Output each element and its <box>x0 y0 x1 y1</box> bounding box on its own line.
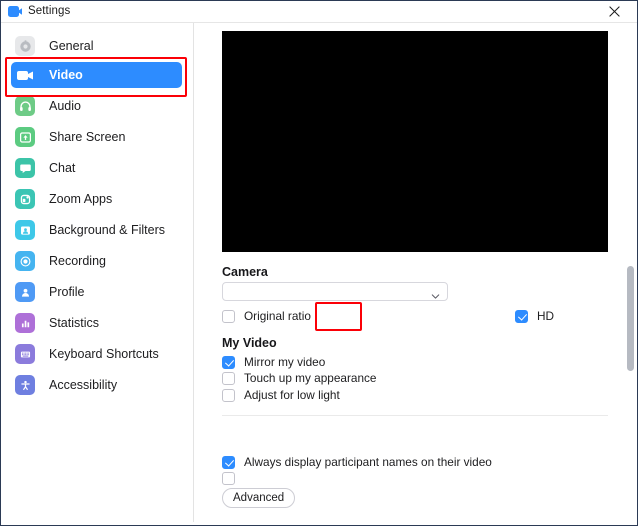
sidebar-item-label: Zoom Apps <box>49 192 113 206</box>
vertical-scrollbar-thumb[interactable] <box>627 266 634 371</box>
checkbox-box <box>222 388 235 402</box>
checkbox-box <box>222 355 235 369</box>
sidebar-item-chat[interactable]: Chat <box>11 155 182 181</box>
recording-icon <box>15 251 35 271</box>
checkbox-label: HD <box>537 309 555 323</box>
sidebar-item-label: Audio <box>49 99 81 113</box>
accessibility-icon <box>15 375 35 395</box>
statistics-bars-icon <box>15 313 35 333</box>
sidebar-item-keyboard-shortcuts[interactable]: Keyboard Shortcuts <box>11 341 182 367</box>
sidebar-item-audio[interactable]: Audio <box>11 93 182 119</box>
sidebar-item-video[interactable]: Video <box>11 62 182 88</box>
share-screen-icon <box>15 127 35 147</box>
checkbox-box <box>222 309 235 323</box>
camera-select[interactable] <box>222 282 448 301</box>
section-divider <box>222 415 608 416</box>
sidebar-item-label: Recording <box>49 254 106 268</box>
video-camera-icon <box>15 65 35 85</box>
profile-person-icon <box>15 282 35 302</box>
video-preview <box>222 31 608 252</box>
sidebar-item-label: Accessibility <box>49 378 118 392</box>
checkbox-box <box>515 309 528 323</box>
checkbox-hd[interactable]: HD <box>515 309 554 323</box>
chevron-down-icon <box>431 288 440 299</box>
checkbox-label: Always display participant names on thei… <box>244 455 492 469</box>
checkbox-partially-visible[interactable] <box>222 472 235 485</box>
sidebar-item-general[interactable]: General <box>11 33 182 59</box>
window-title: Settings <box>28 5 71 17</box>
sidebar-item-label: Keyboard Shortcuts <box>49 347 159 361</box>
sidebar-item-profile[interactable]: Profile <box>11 279 182 305</box>
close-icon[interactable] <box>597 1 631 22</box>
checkbox-original-ratio[interactable]: Original ratio <box>222 309 311 323</box>
sidebar-item-label: Background & Filters <box>49 223 166 237</box>
checkbox-mirror-my-video[interactable]: Mirror my video <box>222 355 325 369</box>
main-panel: Camera Original ratio HD My Video Mirror… <box>194 23 637 525</box>
sidebar-item-label: Statistics <box>49 316 100 330</box>
checkbox-always-display-participant-names[interactable]: Always display participant names on thei… <box>222 455 492 469</box>
background-filters-icon <box>15 220 35 240</box>
sidebar-item-label: Video <box>49 68 83 82</box>
sidebar-item-share-screen[interactable]: Share Screen <box>11 124 182 150</box>
keyboard-icon <box>15 344 35 364</box>
my-video-section-title: My Video <box>222 336 277 350</box>
sidebar-item-statistics[interactable]: Statistics <box>11 310 182 336</box>
checkbox-touch-up-my-appearance[interactable]: Touch up my appearance <box>222 371 376 385</box>
sidebar-item-background-filters[interactable]: Background & Filters <box>11 217 182 243</box>
sidebar-item-accessibility[interactable]: Accessibility <box>11 372 182 398</box>
sidebar-item-label: General <box>49 39 94 53</box>
checkbox-box <box>222 455 235 469</box>
vertical-scrollbar-track[interactable] <box>625 23 636 525</box>
sidebar-item-zoom-apps[interactable]: Zoom Apps <box>11 186 182 212</box>
checkbox-label: Original ratio <box>244 309 311 323</box>
zoom-video-icon <box>8 5 22 18</box>
sidebar-item-recording[interactable]: Recording <box>11 248 182 274</box>
checkbox-label: Mirror my video <box>244 355 326 369</box>
sidebar-item-label: Chat <box>49 161 76 175</box>
checkbox-label: Adjust for low light <box>244 388 340 402</box>
headphones-icon <box>15 96 35 116</box>
sidebar-item-label: Share Screen <box>49 130 126 144</box>
settings-window: Settings General Video Audio Share Scree… <box>0 0 638 526</box>
window-bottom-strip <box>2 522 637 525</box>
zoom-apps-icon <box>15 189 35 209</box>
chat-bubble-icon <box>15 158 35 178</box>
checkbox-box <box>222 472 235 485</box>
checkbox-adjust-for-low-light[interactable]: Adjust for low light <box>222 388 340 402</box>
checkbox-label: Touch up my appearance <box>244 371 377 385</box>
sidebar-item-label: Profile <box>49 285 85 299</box>
gear-icon <box>15 36 35 56</box>
title-bar: Settings <box>1 1 637 23</box>
checkbox-box <box>222 371 235 385</box>
advanced-button[interactable]: Advanced <box>222 488 296 508</box>
sidebar: General Video Audio Share Screen Chat Zo… <box>2 23 194 525</box>
camera-section-title: Camera <box>222 265 268 279</box>
